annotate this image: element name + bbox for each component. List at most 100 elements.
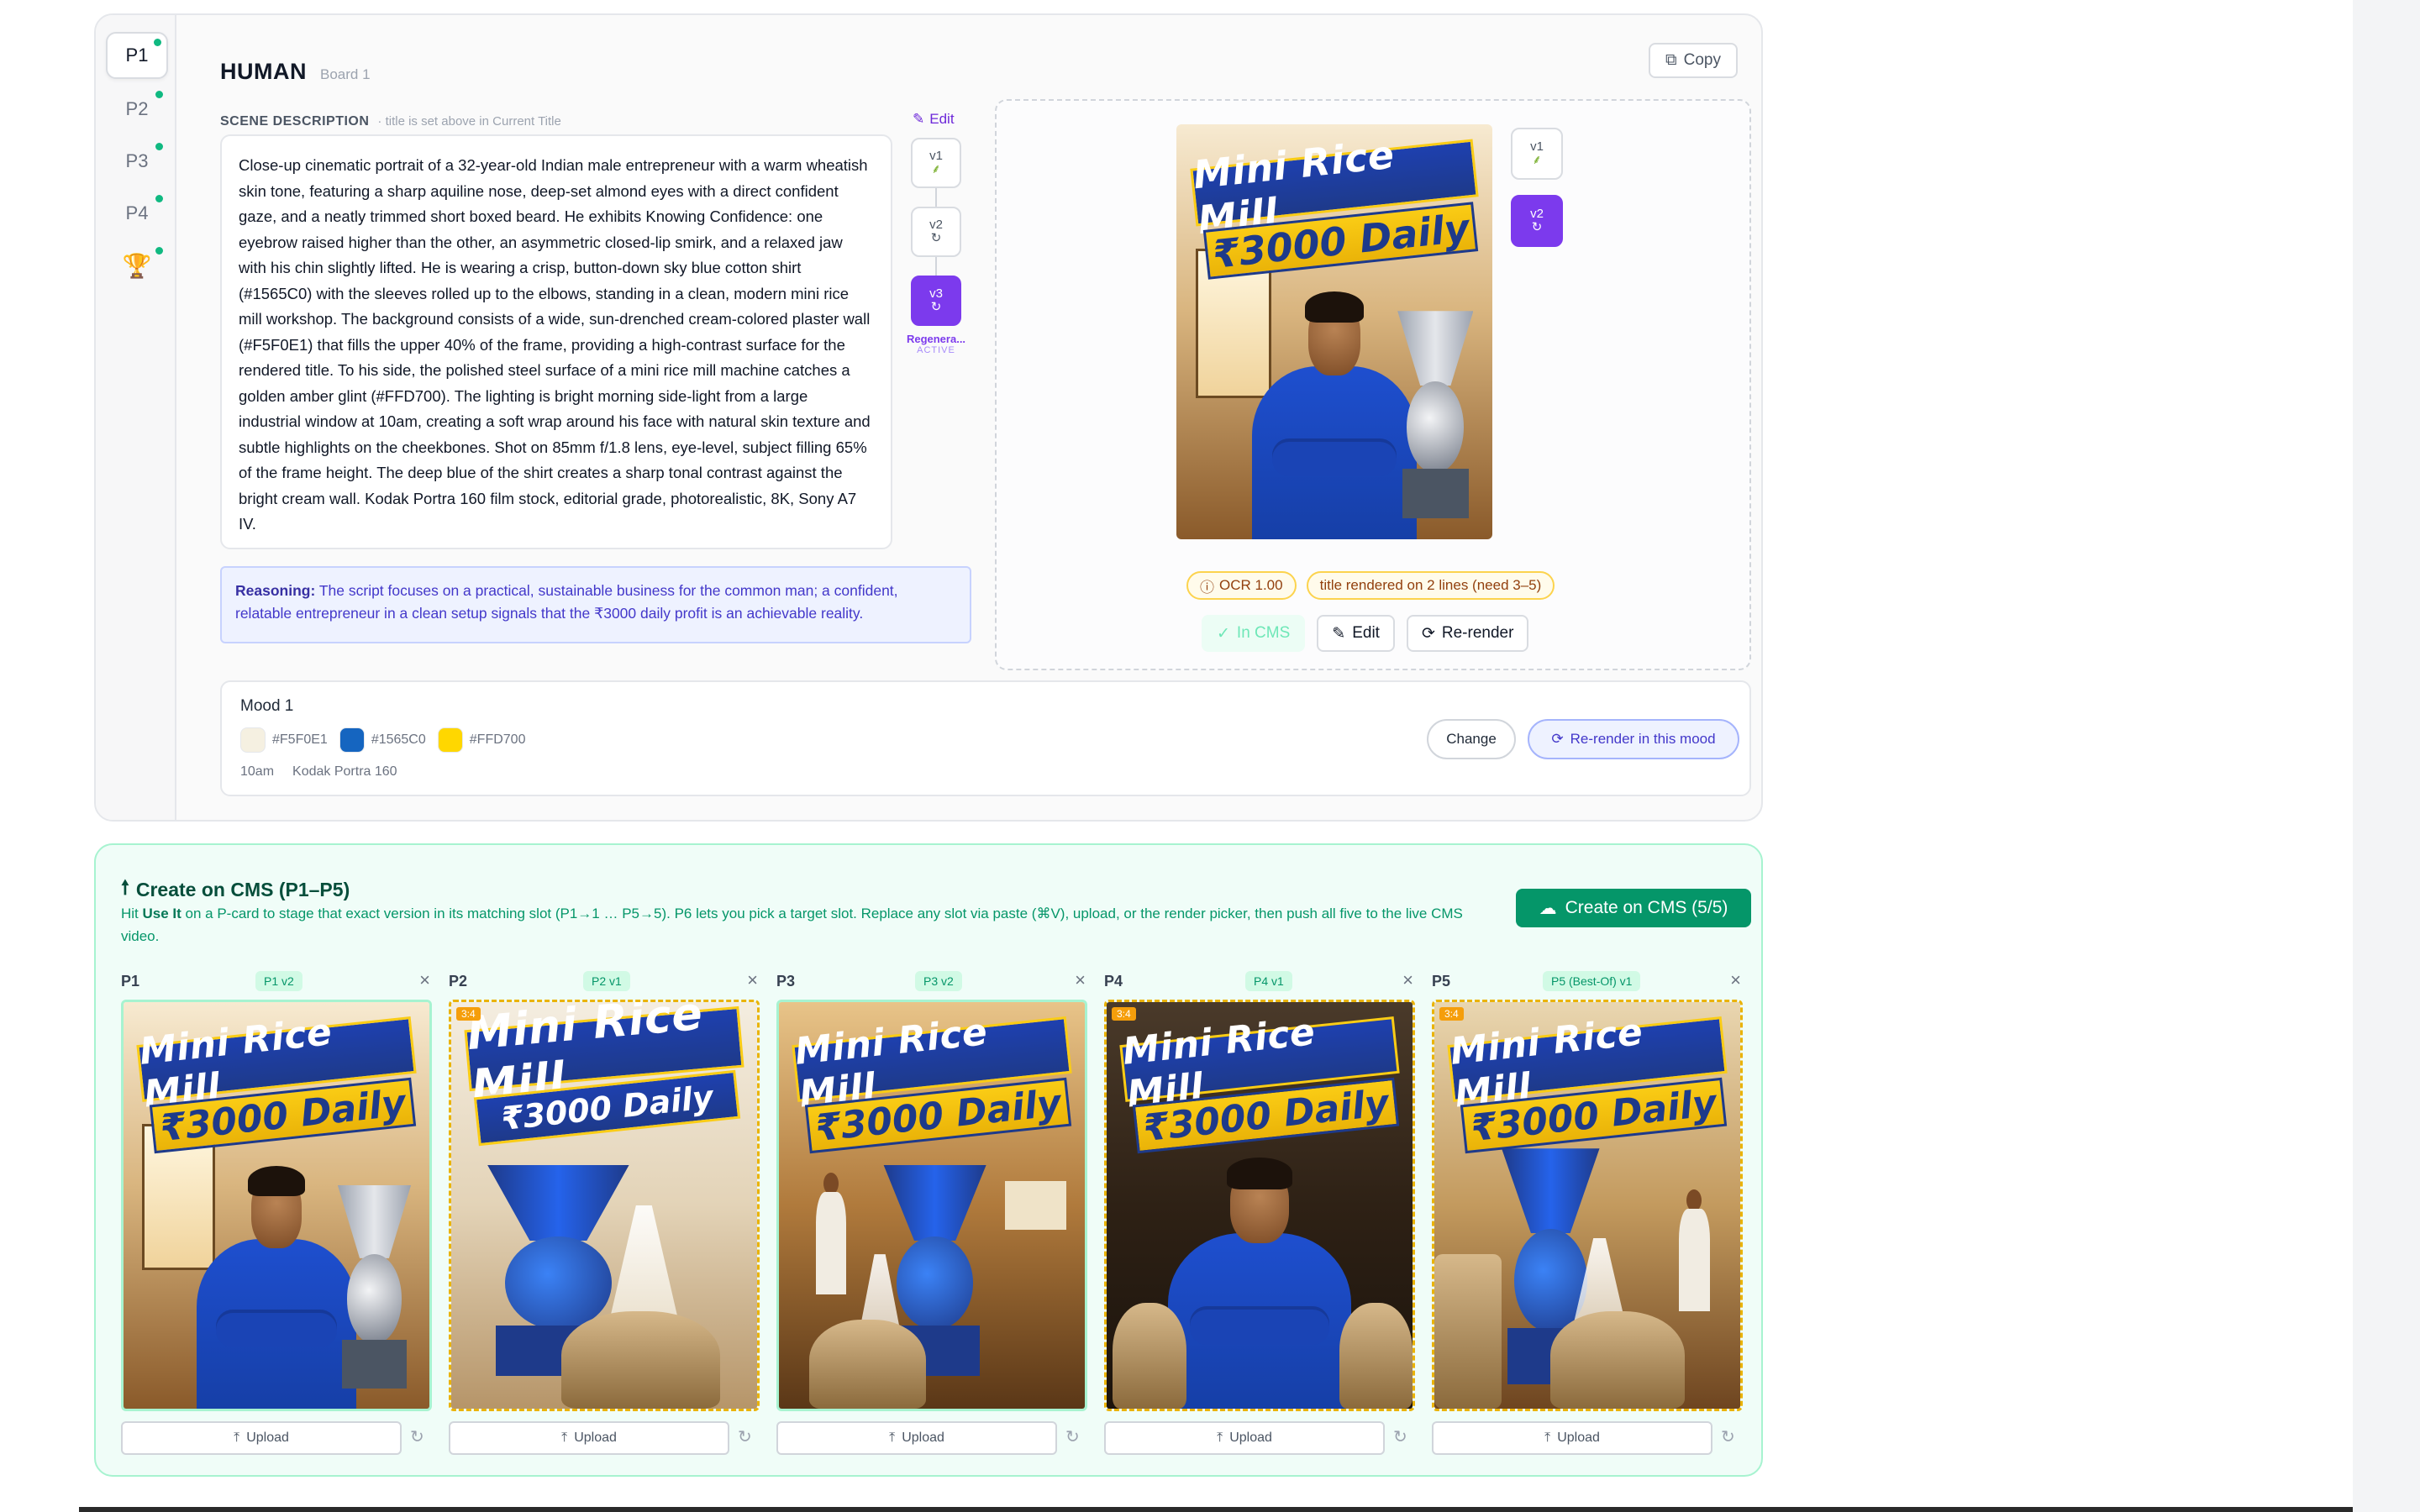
rail-item-p1[interactable]: P1 <box>106 32 168 79</box>
rail-item-label: P2 <box>125 98 149 119</box>
preview-version-v2-button[interactable]: v2 ↻ <box>1511 195 1563 247</box>
scene-edit-label: Edit <box>929 111 955 127</box>
poster-wall-sign <box>1005 1180 1067 1231</box>
slot-image[interactable]: Mini Rice Mill ₹3000 Daily <box>776 1000 1087 1411</box>
close-icon[interactable]: × <box>1730 969 1741 991</box>
slot-label: P3 <box>776 973 796 990</box>
rail-item-best-of[interactable]: 🏆 <box>106 242 168 289</box>
rerender-in-mood-button[interactable]: ⟳ Re-render in this mood <box>1528 719 1739 759</box>
rail-item-label: P3 <box>125 150 149 171</box>
scene-edit-link[interactable]: ✎ Edit <box>913 111 955 128</box>
rerender-in-mood-label: Re-render in this mood <box>1570 731 1716 747</box>
aspect-ratio-tag: 3:4 <box>1439 1007 1464 1021</box>
slot-version-tag: P5 (Best-Of) v1 <box>1543 971 1641 991</box>
create-on-cms-button[interactable]: ☁ Create on CMS (5/5) <box>1516 889 1751 927</box>
version-v3-button[interactable]: v3 ↻ <box>911 276 961 326</box>
slot-image[interactable]: 3:4 Mini Rice Mill ₹3000 Daily <box>1432 1000 1743 1411</box>
in-cms-button[interactable]: ✓ In CMS <box>1202 615 1306 652</box>
preview-edit-label: Edit <box>1352 624 1380 642</box>
version-v2-button[interactable]: v2 ↻ <box>911 207 961 257</box>
rail-item-p2[interactable]: P2 <box>106 86 168 133</box>
preview-edit-button[interactable]: ✎ Edit <box>1317 615 1395 652</box>
slot-upload-button[interactable]: ⤒ Upload <box>121 1421 402 1455</box>
rail-item-p4[interactable]: P4 <box>106 190 168 237</box>
preview-version-v1-button[interactable]: v1 ⸙ <box>1511 128 1563 180</box>
version-connector <box>935 257 937 276</box>
cms-slot-p4: P4 P4 v1 × 3:4 Mini Rice Mill ₹3000 Dail… <box>1104 963 1415 1455</box>
preview-badges: ⓘ OCR 1.00 title rendered on 2 lines (ne… <box>1186 571 1555 600</box>
close-icon[interactable]: × <box>419 969 430 991</box>
slot-upload-button[interactable]: ⤒ Upload <box>1104 1421 1385 1455</box>
slot-upload-button[interactable]: ⤒ Upload <box>1432 1421 1712 1455</box>
upload-label: Upload <box>574 1431 617 1445</box>
swatch-hex: #FFD700 <box>469 732 526 747</box>
scene-description-label: SCENE DESCRIPTION <box>220 114 370 129</box>
status-dot <box>155 143 163 150</box>
pencil-icon: ✎ <box>1332 624 1346 643</box>
cms-desc-post: on a P-card to stage that exact version … <box>121 906 1463 944</box>
slot-upload-button[interactable]: ⤒ Upload <box>776 1421 1057 1455</box>
reasoning-text: The script focuses on a practical, susta… <box>235 582 898 622</box>
cms-desc-bold: Use It <box>142 906 182 921</box>
cms-panel: 🠕 Create on CMS (P1–P5) Hit Use It on a … <box>94 843 1763 1477</box>
aspect-ratio-tag: 3:4 <box>456 1007 481 1021</box>
upload-icon: ⤒ <box>561 1431 568 1445</box>
re-render-button[interactable]: ⟳ Re-render <box>1406 615 1529 652</box>
version-label: v1 <box>1530 139 1544 154</box>
panel-rail: P1 P2 P3 P4 🏆 <box>96 15 176 820</box>
color-swatch: #FFD700 <box>437 727 526 753</box>
close-icon[interactable]: × <box>1075 969 1086 991</box>
title-lines-badge: title rendered on 2 lines (need 3–5) <box>1306 571 1555 600</box>
close-icon[interactable]: × <box>747 969 758 991</box>
mood-film: Kodak Portra 160 <box>292 764 397 779</box>
upload-icon: ⤒ <box>234 1431 240 1445</box>
pencil-icon: ✎ <box>913 111 925 127</box>
copy-button[interactable]: ⧉ Copy <box>1649 43 1738 78</box>
refresh-icon[interactable]: ↻ <box>1393 1426 1407 1447</box>
slot-label: P5 <box>1432 973 1451 990</box>
version-caption-text: Regenera... <box>906 333 966 345</box>
rail-item-p3[interactable]: P3 <box>106 138 168 185</box>
swatch-chip <box>240 727 266 753</box>
close-icon[interactable]: × <box>1402 969 1413 991</box>
scene-description-text[interactable]: Close-up cinematic portrait of a 32-year… <box>220 134 892 549</box>
mood-change-button[interactable]: Change <box>1427 719 1516 759</box>
page: P1 P2 P3 P4 🏆 HUMAN Board 1 ⧉ Copy SCENE… <box>79 0 2353 1512</box>
color-swatch: #F5F0E1 <box>240 727 328 753</box>
upload-icon: ⤒ <box>889 1431 896 1445</box>
sprout-icon: ⸙ <box>1532 153 1542 167</box>
slot-image[interactable]: 3:4 Mini Rice Mill ₹3000 Daily <box>449 1000 760 1411</box>
swatch-hex: #F5F0E1 <box>272 732 328 747</box>
cms-slot-p2: P2 P2 v1 × 3:4 Mini Rice Mill ₹3000 Dail… <box>449 963 760 1455</box>
refresh-icon[interactable]: ↻ <box>1065 1426 1080 1447</box>
refresh-icon[interactable]: ↻ <box>1721 1426 1735 1447</box>
slot-version-tag: P1 v2 <box>255 971 302 991</box>
ocr-badge: ⓘ OCR 1.00 <box>1186 571 1297 600</box>
refresh-icon[interactable]: ↻ <box>410 1426 424 1447</box>
version-v1-button[interactable]: v1 ⸙ <box>911 138 961 188</box>
upload-label: Upload <box>902 1431 944 1445</box>
mood-card: Mood 1 #F5F0E1 #1565C0 #FFD700 10am Koda… <box>220 680 1751 796</box>
reasoning-box: Reasoning: The script focuses on a pract… <box>220 566 971 643</box>
render-preview-image[interactable]: Mini Rice Mill ₹3000 Daily <box>1176 124 1492 539</box>
swatch-chip <box>339 727 365 753</box>
cms-description: Hit Use It on a P-card to stage that exa… <box>121 902 1465 948</box>
slot-upload-button[interactable]: ⤒ Upload <box>449 1421 729 1455</box>
cloud-upload-icon: ☁ <box>1539 898 1557 918</box>
slot-version-tag: P2 v1 <box>583 971 630 991</box>
refresh-icon: ⟳ <box>1551 731 1564 747</box>
rail-item-label: P1 <box>125 45 149 66</box>
slot-image[interactable]: Mini Rice Mill ₹3000 Daily <box>121 1000 432 1411</box>
cms-slot-p1: P1 P1 v2 × Mini Rice Mill ₹3000 Daily ⤒ … <box>121 963 432 1455</box>
preview-actions: ✓ In CMS ✎ Edit ⟳ Re-render <box>1202 615 1529 652</box>
refresh-icon[interactable]: ↻ <box>738 1426 752 1447</box>
status-dot <box>155 91 163 98</box>
refresh-icon: ⟳ <box>1421 624 1435 643</box>
copy-button-label: Copy <box>1683 51 1721 69</box>
board-subtitle: Board 1 <box>320 66 371 82</box>
ocr-badge-text: OCR 1.00 <box>1219 577 1283 593</box>
color-swatch: #1565C0 <box>339 727 426 753</box>
upload-label: Upload <box>1557 1431 1600 1445</box>
slot-image[interactable]: 3:4 Mini Rice Mill ₹3000 Daily <box>1104 1000 1415 1411</box>
left-gutter <box>0 0 79 1512</box>
